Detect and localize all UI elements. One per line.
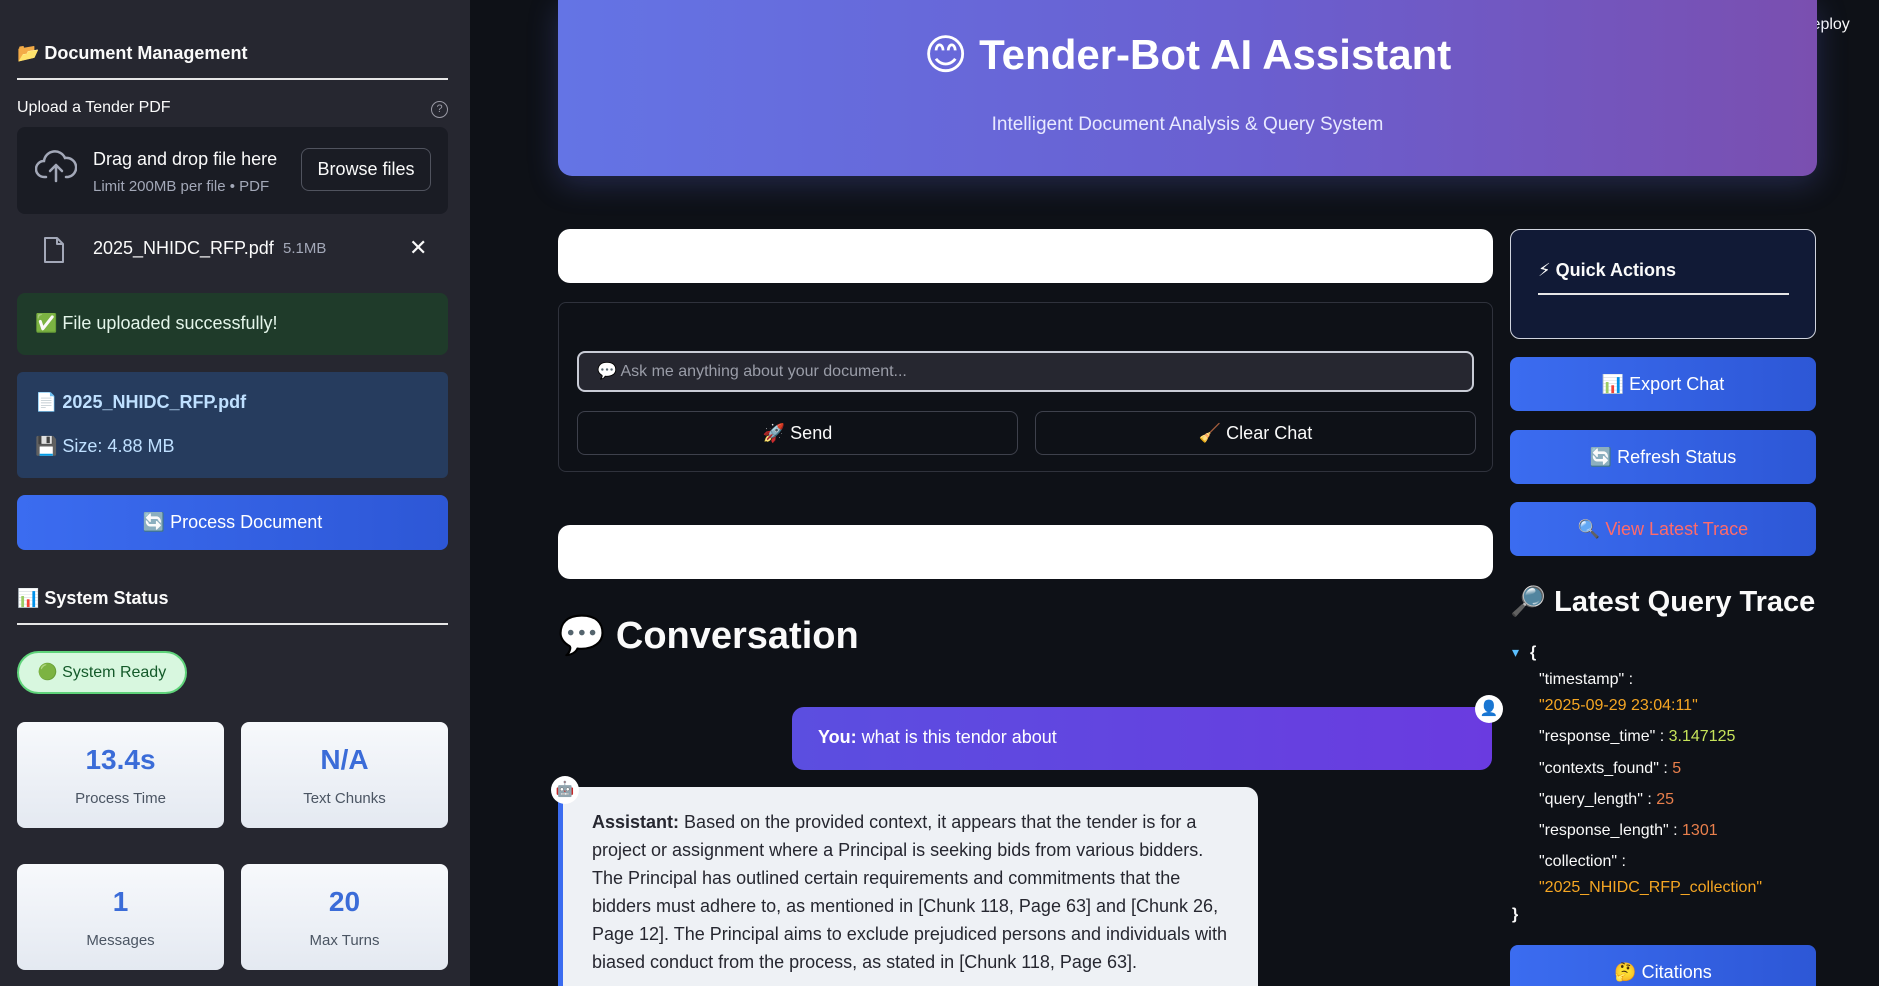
json-entry-response-time: "response_time" : 3.147125 (1539, 728, 1736, 745)
hero-banner: 😊 Tender-Bot AI Assistant Intelligent Do… (558, 0, 1817, 176)
json-entry-contexts-found: "contexts_found" : 5 (1539, 760, 1682, 777)
json-entry-timestamp: "timestamp" : (1539, 671, 1634, 688)
user-avatar: 👤 (1475, 695, 1503, 723)
assistant-message-text: Based on the provided context, it appear… (592, 812, 1228, 972)
process-document-button[interactable]: 🔄 Process Document (17, 495, 448, 550)
uploaded-file-name: 2025_NHIDC_RFP.pdf (93, 238, 274, 258)
document-management-header: 📂 Document Management (17, 43, 448, 80)
json-value: 25 (1656, 791, 1675, 808)
json-key: "response_length" (1539, 822, 1669, 839)
file-icon (44, 237, 64, 263)
json-close-brace: } (1512, 906, 1519, 923)
metric-value: 20 (328, 886, 361, 917)
magnifier-icon: 🔍 (1577, 518, 1601, 539)
user-message: You: what is this tendor about (792, 707, 1492, 770)
assistant-message: Assistant: Based on the provided context… (558, 787, 1258, 986)
file-dropzone[interactable]: Drag and drop file here Limit 200MB per … (17, 127, 448, 214)
json-key: "query_length" (1539, 791, 1643, 808)
uploaded-file-row: 2025_NHIDC_RFP.pdf 5.1MB ✕ (17, 229, 448, 269)
json-value: "2025-09-29 23:04:11" (1539, 697, 1698, 714)
json-value: 5 (1672, 760, 1682, 777)
json-key: "response_time" (1539, 728, 1656, 745)
json-key: "collection" (1539, 853, 1618, 870)
view-trace-label: View Latest Trace (1605, 518, 1749, 539)
citations-button[interactable]: 🤔 Citations (1510, 945, 1816, 986)
sidebar: 📂 Document Management Upload a Tender PD… (0, 0, 470, 986)
assistant-prefix: Assistant: (592, 812, 680, 832)
export-chat-button[interactable]: 📊 Export Chat (1510, 357, 1816, 411)
metric-label: Messages (86, 932, 155, 949)
json-value: "2025_NHIDC_RFP_collection" (1539, 879, 1763, 896)
empty-panel-bottom (558, 525, 1493, 579)
metric-value: N/A (320, 744, 369, 775)
status-badge: 🟢 System Ready (17, 651, 187, 694)
metric-messages: 1 Messages (17, 864, 224, 970)
chat-form: 💬 Ask me anything about your document...… (558, 302, 1493, 472)
metric-label: Process Time (75, 790, 166, 807)
json-entry-query-length: "query_length" : 25 (1539, 791, 1675, 808)
user-prefix: You: (818, 727, 857, 747)
conversation-title: 💬 Conversation (558, 615, 859, 657)
refresh-status-button[interactable]: 🔄 Refresh Status (1510, 430, 1816, 484)
json-key: "timestamp" (1539, 671, 1625, 688)
cloud-upload-icon (35, 150, 77, 183)
metric-max-turns: 20 Max Turns (241, 864, 448, 970)
upload-success-alert: ✅ File uploaded successfully! (17, 293, 448, 355)
json-open-brace: { (1530, 644, 1537, 661)
metric-label: Max Turns (309, 932, 380, 949)
empty-panel-top (558, 229, 1493, 283)
page-subtitle: Intelligent Document Analysis & Query Sy… (991, 114, 1384, 135)
chat-input[interactable]: 💬 Ask me anything about your document... (577, 351, 1474, 392)
json-value: 1301 (1682, 822, 1718, 839)
metric-text-chunks: N/A Text Chunks (241, 722, 448, 828)
quick-actions-title: ⚡ Quick Actions (1538, 260, 1789, 295)
metric-value: 13.4s (85, 744, 156, 775)
browse-files-button[interactable]: Browse files (301, 148, 431, 191)
page-title: 😊 Tender-Bot AI Assistant (923, 31, 1452, 78)
file-info-name: 📄 2025_NHIDC_RFP.pdf (35, 392, 247, 412)
upload-label: Upload a Tender PDF (17, 99, 171, 116)
collapse-toggle-icon[interactable]: ▾ (1512, 642, 1519, 662)
user-message-text: what is this tendor about (861, 727, 1057, 747)
json-entry-response-length: "response_length" : 1301 (1539, 822, 1718, 839)
assistant-avatar: 🤖 (551, 776, 579, 804)
clear-chat-button[interactable]: 🧹 Clear Chat (1035, 411, 1476, 455)
json-value: 3.147125 (1668, 728, 1736, 745)
view-latest-trace-button[interactable]: 🔍 View Latest Trace (1510, 502, 1816, 556)
remove-file-icon[interactable]: ✕ (409, 235, 427, 261)
quick-actions-panel: ⚡ Quick Actions (1510, 229, 1816, 339)
metric-label: Text Chunks (303, 790, 386, 807)
system-status-header: 📊 System Status (17, 588, 448, 625)
file-info-size: 💾 Size: 4.88 MB (35, 436, 175, 456)
file-info-card: 📄 2025_NHIDC_RFP.pdf 💾 Size: 4.88 MB (17, 372, 448, 478)
send-button[interactable]: 🚀 Send (577, 411, 1018, 455)
help-icon[interactable]: ? (431, 101, 448, 118)
metric-value: 1 (112, 886, 129, 917)
trace-title: 🔎 Latest Query Trace (1510, 586, 1816, 618)
uploaded-file-size: 5.1MB (283, 240, 327, 257)
dropzone-title: Drag and drop file here (93, 149, 278, 169)
metric-process-time: 13.4s Process Time (17, 722, 224, 828)
dropzone-limit: Limit 200MB per file • PDF (93, 178, 270, 195)
json-entry-collection: "collection" : (1539, 853, 1626, 870)
json-key: "contexts_found" (1539, 760, 1659, 777)
